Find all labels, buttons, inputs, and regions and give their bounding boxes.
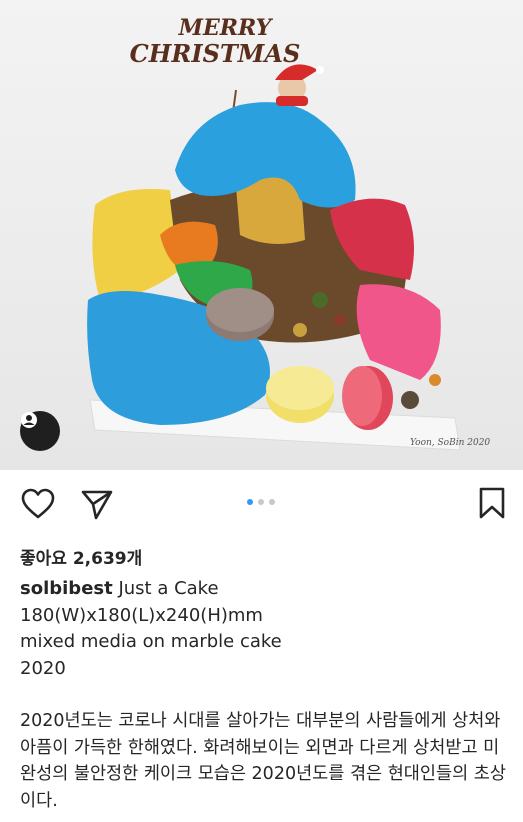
post-description: 2020년도는 코로나 시대를 살아가는 대부분의 사람들에게 상처와 아픔이 … — [20, 711, 506, 811]
svg-text:MERRY: MERRY — [178, 15, 274, 41]
send-icon — [81, 490, 113, 520]
save-button[interactable] — [478, 486, 506, 524]
svg-text:CHRISTMAS: CHRISTMAS — [130, 39, 301, 68]
user-tag-button[interactable] — [20, 411, 60, 451]
carousel-dot — [269, 499, 275, 505]
user-tag-icon — [21, 412, 37, 428]
share-button[interactable] — [80, 488, 114, 524]
carousel-dot — [258, 499, 264, 505]
cake-illustration: MERRY CHRISTMAS Yoon, SoBin 2020 — [87, 15, 490, 451]
caption-line: 2020 — [20, 657, 66, 679]
post-image[interactable]: MERRY CHRISTMAS Yoon, SoBin 2020 — [0, 0, 523, 470]
username[interactable]: solbibest — [20, 578, 113, 599]
carousel-dot-active — [247, 499, 253, 505]
caption-line: mixed media on marble cake — [20, 631, 282, 652]
caption-line: 180(W)x180(L)x240(H)mm — [20, 604, 263, 626]
bookmark-icon — [479, 487, 505, 519]
caption-title: Just a Cake — [118, 578, 219, 599]
svg-text:Yoon, SoBin 2020: Yoon, SoBin 2020 — [410, 438, 490, 448]
like-button[interactable] — [20, 488, 56, 524]
heart-icon — [21, 488, 55, 519]
post-caption: solbibest Just a Cake 180(W)x180(L)x240(… — [20, 576, 510, 682]
likes-count[interactable]: 좋아요 2,639개 — [20, 544, 142, 569]
carousel-indicator — [247, 499, 275, 505]
